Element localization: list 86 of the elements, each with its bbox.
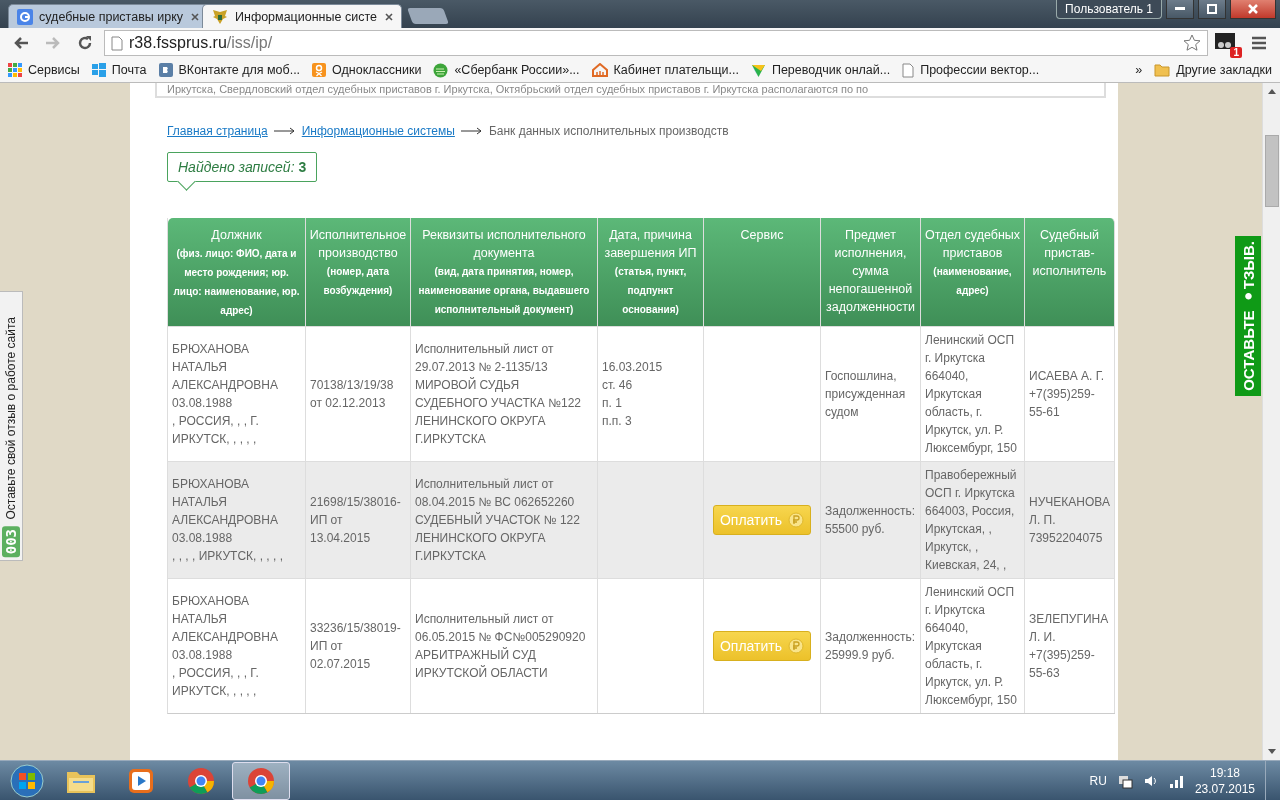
bookmark[interactable]: Профессии вектор...: [902, 62, 1040, 78]
eagle-emblem-icon: [211, 8, 229, 25]
proceeding-cell: 33236/15/38019- ИП от 02.07.2015: [306, 578, 411, 713]
notice-text: Иркутска, Свердловский отдел судебных приставов г. Иркутска, Октябрьский отдел судебных приставов г. Иркутска располагаются по по: [155, 83, 1106, 98]
subject-cell: Задолженность: 25999.9 руб.: [821, 578, 921, 713]
bookmark-folder[interactable]: Другие закладки: [1154, 63, 1272, 77]
bailiff-cell: НУЧЕКАНОВА Л. П. 73952204075: [1025, 461, 1115, 578]
new-tab-button[interactable]: [407, 8, 449, 24]
more-bookmarks-button[interactable]: »: [1135, 63, 1143, 77]
close-tab-icon[interactable]: [385, 12, 393, 21]
vk-logo-icon: [158, 63, 173, 77]
arrow-icon: [273, 127, 296, 135]
breadcrumb-current: Банк данных исполнительных производств: [488, 124, 729, 138]
taskbar-button[interactable]: [232, 762, 290, 800]
breadcrumb-link[interactable]: Главная страница: [167, 124, 268, 138]
debtor-cell: БРЮХАНОВА НАТАЛЬЯ АЛЕКСАНДРОВНА 03.08.1988 , , , , ИРКУТСК, , , , ,: [168, 461, 306, 578]
browser-tab[interactable]: Информационные систе: [202, 4, 402, 28]
address-bar[interactable]: r38.fssprus.ru/iss/ip/: [104, 30, 1208, 56]
ruble-coin-icon: [788, 512, 805, 528]
debtor-cell: БРЮХАНОВА НАТАЛЬЯ АЛЕКСАНДРОВНА 03.08.1988 , РОССИЯ, , , Г. ИРКУТСК, , , , ,: [168, 578, 306, 713]
apps-grid-icon: [8, 63, 22, 77]
minimize-button[interactable]: [1166, 0, 1194, 19]
minimize-icon: [1175, 7, 1185, 11]
google-g-icon: [17, 8, 33, 25]
arrow-icon: [460, 127, 483, 135]
striped-circle-logo-icon: [433, 62, 449, 78]
maximize-button[interactable]: [1198, 0, 1226, 19]
house-logo-icon: [591, 63, 608, 77]
bookmark[interactable]: «Сбербанк России»...: [433, 62, 580, 78]
bookmark[interactable]: Почта: [91, 63, 147, 77]
subject-cell: Задолженность: 55500 руб.: [821, 461, 921, 578]
header-note: (наименование, адрес): [932, 265, 1013, 298]
header-note: (статья, пункт, подпункт основания): [613, 265, 688, 317]
close-tab-icon[interactable]: [191, 12, 199, 21]
signal-bars-icon[interactable]: [1168, 773, 1185, 789]
speaker-icon[interactable]: [1142, 773, 1159, 789]
feedback-label: Оставьте свой отзыв о работе сайта: [4, 317, 18, 520]
user-profile-button[interactable]: Пользователь 1: [1056, 0, 1162, 19]
ruble-coin-icon: [788, 638, 805, 654]
header-title: Должник: [211, 227, 262, 244]
folder-icon: [1154, 63, 1171, 77]
header-title: Судебный пристав-исполнитель: [1031, 227, 1108, 280]
header-title: Сервис: [740, 227, 784, 244]
network-icon[interactable]: [1116, 773, 1133, 789]
header-note: (физ. лицо: ФИО, дата и место рождения; юр. лицо: наименование, юр. адрес): [172, 247, 301, 318]
chrome-icon[interactable]: [186, 766, 216, 796]
bookmark[interactable]: Кабинет плательщи...: [591, 63, 739, 77]
ok-logo-icon: [312, 63, 327, 77]
breadcrumb-link[interactable]: Информационные системы: [301, 124, 455, 138]
reload-icon: [77, 35, 93, 51]
department-cell: Правобережный ОСП г. Иркутска 664003, Россия, Иркутская, , Иркутск, , Киевская, 24, ,: [921, 461, 1025, 578]
header-title: Отдел судебных приставов: [924, 227, 1021, 262]
bailiff-cell: ЗЕЛЕПУГИНА Л. И. +7(395)259- 55-63: [1025, 578, 1115, 713]
records-found-label: Найдено записей: 3: [178, 159, 307, 175]
bookmark[interactable]: Одноклассники: [312, 63, 422, 77]
feedback-count: 003: [2, 525, 20, 557]
document-cell: Исполнительный лист от 06.05.2015 № ФС№005290920 АРБИТРАЖНЫЙ СУД ИРКУТСКОЙ ОБЛАСТИ: [411, 578, 598, 713]
header-note: (номер, дата возбуждения): [322, 265, 394, 298]
page-icon: [111, 35, 123, 51]
proceeding-cell: 21698/15/38016- ИП от 13.04.2015: [306, 461, 411, 578]
feedback-side-tab[interactable]: 003 Оставьте свой отзыв о работе сайта: [0, 291, 23, 561]
bookmark[interactable]: ВКонтакте для моб...: [158, 63, 301, 77]
feedback-tab[interactable]: ОСТАВЬТЕ ●ТЗЫВ.: [1235, 236, 1261, 396]
header-title: Исполнительное производство: [309, 227, 407, 262]
bookmark[interactable]: Сервисы: [8, 63, 80, 77]
back-arrow-icon: [13, 36, 29, 50]
page-icon: [902, 62, 915, 78]
header-title: Дата, причина завершения ИП: [603, 227, 698, 262]
bookmark[interactable]: Переводчик онлай...: [750, 62, 891, 78]
scrollbar-thumb[interactable]: [1264, 135, 1279, 207]
department-cell: Ленинский ОСП г. Иркутска 664040, Иркутская область, г. Иркутск, ул. Р. Люксембург, 150: [921, 578, 1025, 713]
close-button[interactable]: [1230, 0, 1276, 19]
chrome-icon[interactable]: [246, 766, 276, 796]
header-title: Реквизиты исполнительного документа: [421, 227, 587, 262]
document-cell: Исполнительный лист от 08.04.2015 № ВС 062652260 СУДЕБНЫЙ УЧАСТОК № 122 ЛЕНИНСКОГО ОКРУГА Г.ИРКУТСКА: [411, 461, 598, 578]
close-icon: [1248, 4, 1258, 14]
header-title: Предмет исполнения, сумма непогашенной задолженности: [825, 227, 916, 316]
clock[interactable]: 19:18 23.07.2015: [1194, 765, 1255, 797]
shield-logo-icon: [750, 62, 766, 78]
media-player-icon[interactable]: [126, 766, 156, 796]
header-note: (вид, дата принятия, номер, наименование органа, выдавшего исполнительный документ): [417, 265, 591, 317]
restore-icon: [1207, 4, 1217, 14]
language-indicator[interactable]: RU: [1089, 774, 1107, 788]
forward-arrow-icon: [45, 36, 61, 50]
star-icon[interactable]: [1183, 34, 1201, 52]
windows-logo-icon: [91, 63, 106, 77]
